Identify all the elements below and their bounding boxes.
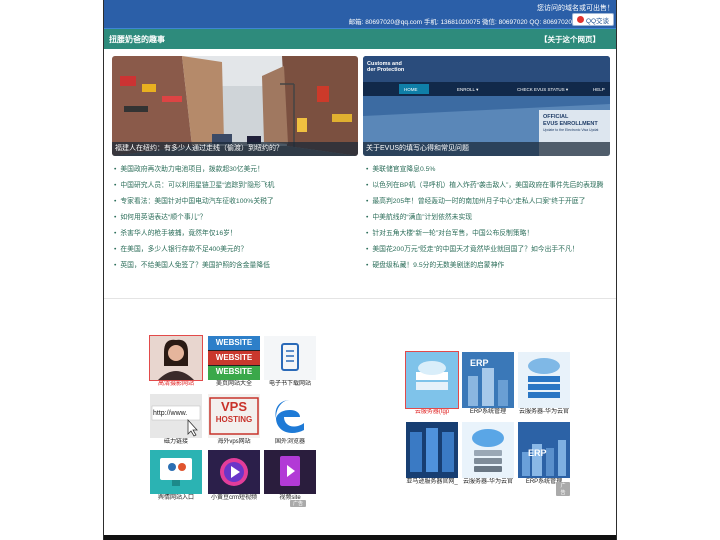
street-photo: [112, 56, 358, 156]
feature-card-newyork[interactable]: 福建人在纽约：有多少人通过走线（偷渡）到纽约的？: [112, 56, 358, 156]
news-item[interactable]: 英国，不给美国人免签了？美国护照的含金量降低: [110, 258, 360, 274]
tile-photo-site[interactable]: 高清摄影网站: [149, 335, 203, 389]
title-bar: 扭腰奶爸的趣事 【关于这个网页】: [104, 29, 616, 49]
top-header-bar: 您访问的域名或可出售！ 邮箱: 80697020@qq.com 手机: 1368…: [104, 0, 616, 29]
news-list-left: 美国政府再次助力电池项目，拨款超30亿美元！ 中国研究人员：可以利用星链卫星“追…: [110, 162, 360, 274]
tile-erp-system[interactable]: ERP ERP系统管理: [462, 352, 514, 417]
news-item[interactable]: 最高判205年！曾经轰动一时的南加州月子中心“走私人口案”终于开庭了: [362, 194, 612, 210]
domain-sale-notice[interactable]: 您访问的域名或可出售！: [537, 3, 614, 13]
tile-label: 国外浏览器: [274, 439, 305, 445]
news-item[interactable]: 针对五角大楼“新一轮”对台军售，中国公布反制策略！: [362, 226, 612, 242]
page-frame: 您访问的域名或可出售！ 邮箱: 80697020@qq.com 手机: 1368…: [103, 0, 617, 540]
edge-browser-icon: [264, 394, 316, 438]
news-item[interactable]: 在美国，多少人银行存款不足400美元的？: [110, 242, 360, 258]
tile-label: 小黄豆crm短视频: [211, 495, 257, 501]
ad-badge: 广告: [556, 482, 570, 496]
vps-hosting-text: VPS HOSTING: [208, 400, 260, 426]
qq-avatar-icon: [576, 16, 584, 23]
cbp-brand: Customs and der Protection: [367, 61, 404, 73]
website-banner-line: WEBSITE: [215, 338, 253, 347]
evus-nav-check: CHECK EVUS STATUS ▾: [517, 87, 569, 92]
vps-text: VPS: [220, 399, 247, 414]
evus-official-line3: Update to the Electronic Visa Updat: [543, 128, 599, 132]
news-item[interactable]: 美国政府再次助力电池项目，拨款超30亿美元！: [110, 162, 360, 178]
portrait-photo-icon: [149, 335, 203, 381]
tile-ebook[interactable]: 电子书下载网站: [264, 336, 316, 389]
cloud-stack-icon: [462, 422, 514, 478]
tile-magnet-links[interactable]: http://www. 磁力链接: [150, 394, 202, 447]
tile-label: 云服务器(tgp: [414, 409, 450, 415]
tile-label: 高清摄影网站: [157, 381, 194, 387]
cloud-dc-icon: [518, 352, 570, 408]
news-item[interactable]: 美国花200万元“贬走”的中国天才竟然毕业就回国了？如今出手不凡！: [362, 242, 612, 258]
section-divider: [104, 298, 616, 299]
site-title[interactable]: 扭腰奶爸的趣事: [109, 34, 165, 45]
cloud-server-icon: [405, 351, 459, 409]
website-banner-line: WEBSITE: [215, 367, 253, 377]
server-racks-icon: [406, 422, 458, 478]
tile-huawei-cloud[interactable]: 云服务器-华为云官: [518, 352, 570, 417]
tile-sentiment-portal[interactable]: 舆情网站入口: [150, 450, 202, 503]
news-item[interactable]: 硬盘级私藏！9.5分的无数美剧迷的启蒙神作: [362, 258, 612, 274]
about-page-link[interactable]: 【关于这个网页】: [540, 34, 600, 45]
news-item[interactable]: 中美航线的“满血”计划依然未实现: [362, 210, 612, 226]
video-play-icon: [208, 450, 260, 494]
news-item[interactable]: 中国研究人员：可以利用星链卫星“追踪到”隐形飞机: [110, 178, 360, 194]
qq-chat-label: QQ交谈: [585, 17, 610, 25]
news-item[interactable]: 杀害华人的枪手被捕，竟然年仅16岁！: [110, 226, 360, 242]
evus-official-block: OFFICIAL EVUS ENROLLMENT Update to the E…: [543, 114, 598, 134]
qq-chat-button[interactable]: QQ交谈: [572, 13, 614, 26]
tile-label: 亚马逊服务器官网_: [406, 479, 458, 485]
ebook-icon: [264, 336, 316, 380]
evus-nav-enroll: ENROLL ▾: [457, 87, 479, 92]
feature-caption: 关于EVUS的填写心得和常见问题: [363, 142, 610, 156]
tile-browser[interactable]: 国外浏览器: [264, 394, 316, 447]
contact-info: 邮箱: 80697020@qq.com 手机: 13681020075 微信: …: [348, 19, 572, 26]
tile-amazon-server[interactable]: 亚马逊服务器官网_: [406, 422, 458, 487]
news-item[interactable]: 如何用英语表达“顺个事儿”？: [110, 210, 360, 226]
tile-label: 云服务器-华为云官: [519, 409, 569, 415]
tile-cloud-server[interactable]: 云服务器(tgp: [405, 351, 459, 417]
tile-label: 磁力链接: [163, 439, 188, 445]
website-banner-text: WEBSITE WEBSITE WEBSITE: [208, 336, 260, 380]
cbp-brand-line2: der Protection: [367, 67, 405, 73]
evus-nav-home: HOME: [404, 87, 418, 92]
tile-huawei-cloud-2[interactable]: 云服务器-华为云官: [462, 422, 514, 487]
tile-video-site[interactable]: 视频site 广告: [264, 450, 316, 507]
website-banner-line: WEBSITE: [215, 352, 253, 362]
tile-vps-hosting[interactable]: VPS HOSTING 海外vps网站: [208, 394, 260, 447]
bottom-bar: [104, 535, 616, 540]
ad-badge: 广告: [290, 500, 307, 507]
monitor-people-icon: [150, 450, 202, 494]
news-list-right: 美联储官宣降息0.5% 以色列在BP机（寻呼机）植入炸药“袭击敌人”，美国政府在…: [362, 162, 612, 274]
tile-label: 电子书下载网站: [268, 381, 311, 387]
tile-label: 海外vps网站: [217, 439, 251, 445]
feature-caption: 福建人在纽约：有多少人通过走线（偷渡）到纽约的？: [112, 142, 358, 156]
video-file-icon: [264, 450, 316, 494]
erp-text: ERP: [528, 448, 547, 458]
tile-short-video[interactable]: 小黄豆crm短视频: [208, 450, 260, 503]
tile-erp-system-2[interactable]: ERP ERP系统管理 广告: [518, 422, 570, 496]
tile-label: ERP系统管理: [469, 409, 507, 415]
tile-label: 美页网站大全: [215, 381, 252, 387]
url-text: http://www.: [153, 410, 188, 417]
erp-text: ERP: [470, 358, 489, 368]
tile-label: 云服务器-华为云官: [463, 479, 513, 485]
hosting-text: HOSTING: [215, 415, 253, 424]
tile-label: 舆情网站入口: [157, 495, 194, 501]
news-item[interactable]: 专家看法：美国针对中国电动汽车征收100%关税了: [110, 194, 360, 210]
evus-nav-help: HELP: [593, 87, 605, 92]
tile-website-directory[interactable]: WEBSITE WEBSITE WEBSITE 美页网站大全: [208, 336, 260, 389]
news-item[interactable]: 美联储官宣降息0.5%: [362, 162, 612, 178]
feature-card-evus[interactable]: Customs and der Protection HOME ENROLL ▾…: [363, 56, 610, 156]
news-item[interactable]: 以色列在BP机（寻呼机）植入炸药“袭击敌人”，美国政府在事件先后的表现腾: [362, 178, 612, 194]
